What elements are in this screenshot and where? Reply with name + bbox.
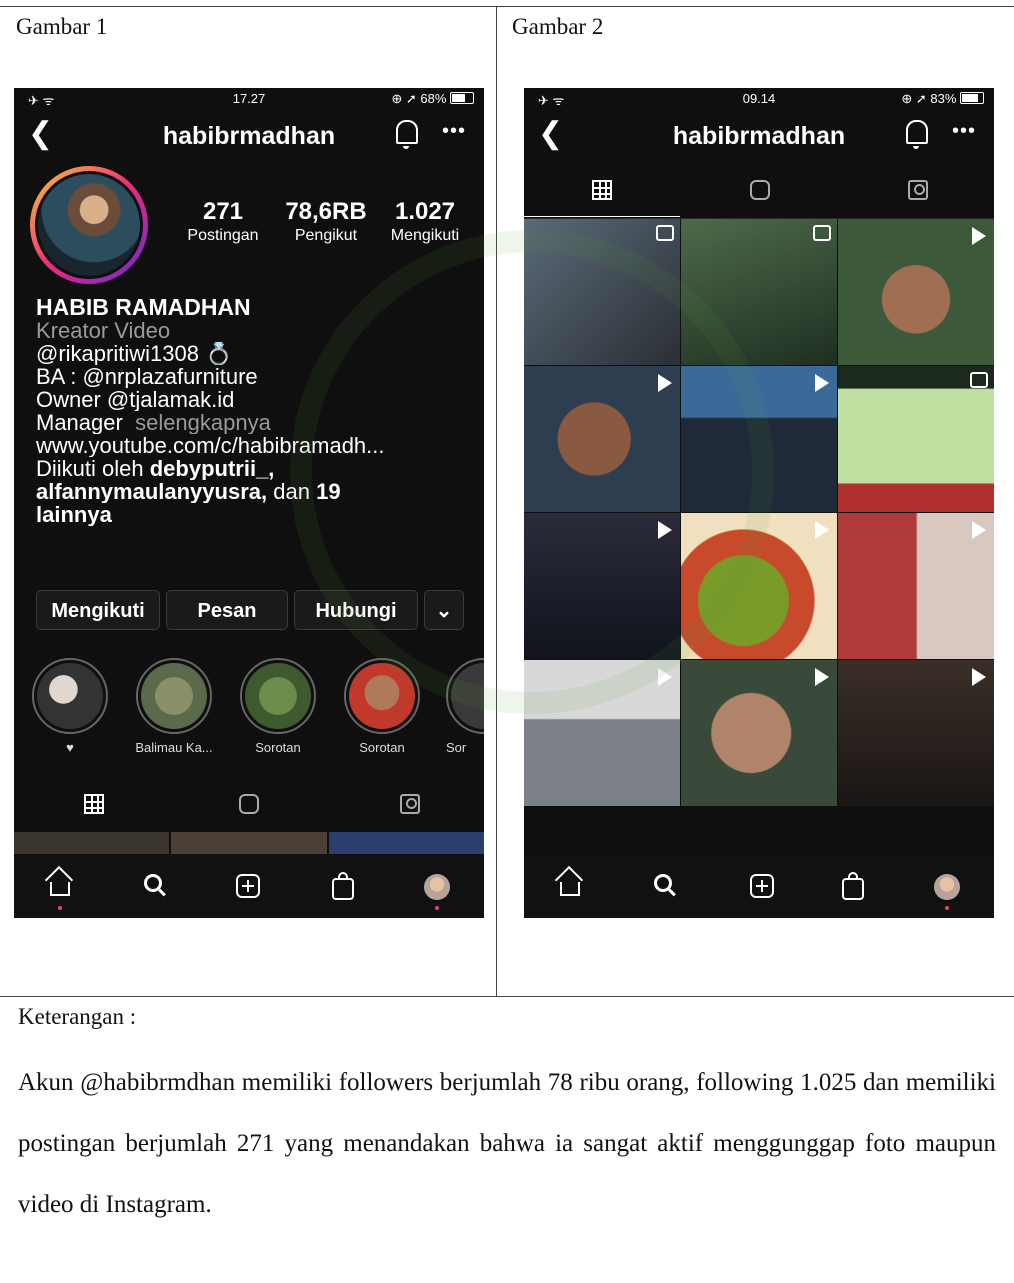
message-button[interactable]: Pesan — [166, 590, 288, 630]
more-options-icon[interactable]: ••• — [952, 120, 976, 143]
post-thumbnails-strip — [14, 832, 484, 854]
status-battery: ⊕ ➚ 83% — [901, 91, 984, 107]
status-bar: ✈ ᯤ 17.27 ⊕ ➚ 68% — [14, 88, 484, 110]
profile-website-link[interactable]: www.youtube.com/c/habibramadh... — [36, 434, 476, 457]
post-thumbnail[interactable] — [681, 219, 837, 365]
grid-tab-icon[interactable] — [84, 794, 104, 814]
see-more-link[interactable]: selengkapnya — [135, 411, 271, 434]
table-top-border — [0, 6, 1014, 7]
bell-icon[interactable] — [906, 120, 928, 149]
profile-icon[interactable] — [424, 874, 450, 900]
play-icon — [972, 521, 986, 539]
table-row-divider — [0, 996, 1014, 997]
igtv-tab-icon[interactable] — [750, 180, 770, 200]
grid-tab-icon[interactable] — [592, 180, 612, 200]
profile-bio: HABIB RAMADHAN Kreator Video @rikapritiw… — [36, 296, 476, 526]
igtv-tab-icon[interactable] — [239, 794, 259, 814]
bottom-nav — [524, 854, 994, 918]
suggested-dropdown-button[interactable]: ⌄ — [424, 590, 464, 630]
play-icon — [972, 227, 986, 245]
bio-line: @rikapritiwi1308 💍 — [36, 342, 233, 365]
figure-2-label: Gambar 2 — [512, 14, 604, 39]
profile-tabs — [14, 784, 484, 824]
profile-icon[interactable] — [934, 874, 960, 900]
post-thumbnail[interactable] — [838, 660, 994, 806]
shop-icon[interactable] — [842, 872, 864, 900]
story-highlight[interactable]: ♥ — [30, 658, 110, 755]
profile-tabs — [524, 162, 994, 219]
post-thumbnail[interactable] — [838, 366, 994, 512]
figure-1-label: Gambar 1 — [16, 14, 108, 39]
followed-by: Diikuti oleh debyputrii_, — [36, 457, 275, 480]
tagged-tab-icon[interactable] — [400, 794, 420, 814]
battery-icon — [960, 92, 984, 104]
post-thumbnail[interactable] — [681, 660, 837, 806]
caption-title: Keterangan : — [18, 1004, 137, 1029]
shop-icon[interactable] — [332, 872, 354, 900]
bio-line: Owner @tjalamak.id — [36, 388, 235, 411]
screenshot-post-grid: ✈ ᯤ 09.14 ⊕ ➚ 83% ❮ habibrmadhan ••• — [524, 88, 994, 918]
bottom-nav — [14, 854, 484, 918]
post-thumbnail[interactable] — [524, 219, 680, 365]
post-thumbnail[interactable] — [838, 513, 994, 659]
screenshot-profile: ✈ ᯤ 17.27 ⊕ ➚ 68% ❮ habibrmadhan ••• 271… — [14, 88, 484, 918]
post-thumbnail[interactable] — [681, 366, 837, 512]
contact-button[interactable]: Hubungi — [294, 590, 418, 630]
notification-dot — [945, 906, 949, 910]
play-icon — [815, 668, 829, 686]
status-battery: ⊕ ➚ 68% — [391, 91, 474, 107]
play-icon — [658, 521, 672, 539]
home-icon[interactable] — [560, 882, 580, 896]
profile-avatar[interactable] — [30, 166, 148, 284]
play-icon — [972, 668, 986, 686]
active-tab-indicator — [524, 216, 680, 217]
home-icon[interactable] — [50, 882, 70, 896]
profile-full-name: HABIB RAMADHAN — [36, 296, 251, 319]
story-highlight[interactable]: Sorotan — [238, 658, 318, 755]
table-column-divider — [496, 6, 497, 996]
battery-icon — [450, 92, 474, 104]
search-icon[interactable] — [144, 874, 162, 892]
post-thumbnail[interactable] — [838, 219, 994, 365]
post-thumbnail[interactable] — [681, 513, 837, 659]
play-icon — [658, 668, 672, 686]
reel-icon — [813, 225, 831, 241]
post-grid — [524, 219, 994, 806]
post-thumbnail[interactable] — [524, 366, 680, 512]
post-thumbnail[interactable] — [524, 513, 680, 659]
play-icon — [815, 374, 829, 392]
stat-followers[interactable]: 78,6RB Pengikut — [272, 198, 380, 245]
notification-dot — [58, 906, 62, 910]
profile-category: Kreator Video — [36, 319, 171, 342]
play-icon — [815, 521, 829, 539]
reel-icon — [970, 372, 988, 388]
play-icon — [658, 374, 672, 392]
bio-line: Manager selengkapnya — [36, 411, 271, 434]
search-icon[interactable] — [654, 874, 672, 892]
following-button[interactable]: Mengikuti — [36, 590, 160, 630]
post-thumbnail[interactable] — [524, 660, 680, 806]
bio-line: BA : @nrplazafurniture — [36, 365, 258, 388]
reel-icon — [656, 225, 674, 241]
story-highlight[interactable]: Sor — [446, 658, 484, 755]
profile-header: ❮ habibrmadhan ••• — [14, 114, 484, 158]
caption-body: Akun @habibrmdhan memiliki followers ber… — [18, 1069, 996, 1218]
new-post-icon[interactable] — [236, 874, 260, 898]
profile-header: ❮ habibrmadhan ••• — [524, 114, 994, 158]
followed-by: alfannymaulanyyusra, dan 19 — [36, 480, 341, 503]
stat-posts[interactable]: 271 Postingan — [174, 198, 272, 245]
bell-icon[interactable] — [396, 120, 418, 149]
more-options-icon[interactable]: ••• — [442, 120, 466, 143]
status-bar: ✈ ᯤ 09.14 ⊕ ➚ 83% — [524, 88, 994, 110]
stat-following[interactable]: 1.027 Mengikuti — [378, 198, 472, 245]
tagged-tab-icon[interactable] — [908, 180, 928, 200]
notification-dot — [435, 906, 439, 910]
story-highlight[interactable]: Balimau Ka... — [134, 658, 214, 755]
followed-by: lainnya — [36, 503, 112, 526]
new-post-icon[interactable] — [750, 874, 774, 898]
story-highlight[interactable]: Sorotan — [342, 658, 422, 755]
